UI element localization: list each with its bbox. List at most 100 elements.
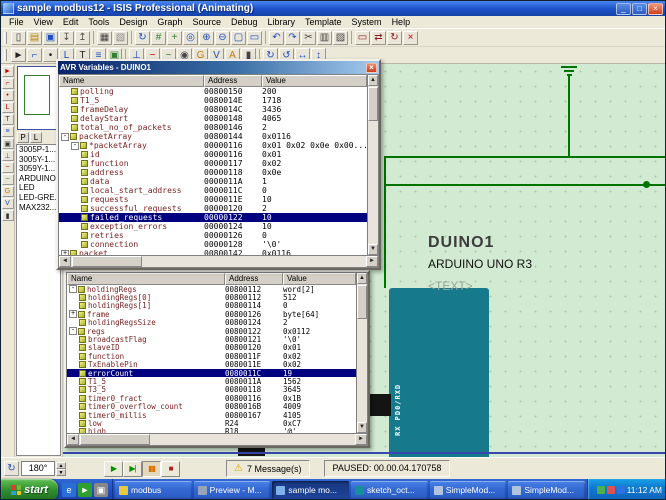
watch1-vertical-scrollbar[interactable]: ▲ ▼ [367, 74, 379, 256]
column-header-name[interactable]: Name [67, 273, 225, 285]
overview-pane[interactable] [17, 66, 60, 130]
menu-graph[interactable]: Graph [152, 17, 187, 27]
rotation-angle-field[interactable]: 180° [21, 461, 55, 476]
scroll-right-button[interactable]: ► [355, 434, 367, 445]
menu-library[interactable]: Library [263, 17, 301, 27]
wire-ground-stem[interactable] [568, 74, 570, 158]
device-item-max232-[interactable]: MAX232... [17, 203, 60, 213]
maximize-button[interactable]: □ [632, 2, 647, 15]
device-item-led[interactable]: LED [17, 183, 60, 193]
watch2-vertical-scrollbar[interactable]: ▲ ▼ [356, 272, 368, 434]
expand-box-icon[interactable]: + [61, 249, 69, 255]
menu-template[interactable]: Template [300, 17, 347, 27]
copy-icon[interactable]: ▥ [317, 30, 332, 45]
rotation-icon[interactable]: ↻ [4, 461, 19, 476]
arduino-board[interactable] [389, 288, 489, 457]
scroll-left-button[interactable]: ◄ [59, 256, 71, 267]
device-item-led-gre-[interactable]: LED-GRE... [17, 193, 60, 203]
scroll-up-button[interactable]: ▲ [368, 75, 378, 86]
taskbar-task-simplemod-[interactable]: SimpleMod... [508, 481, 586, 499]
watch-window-titlebar[interactable]: AVR Variables - DUINO1 × [58, 61, 379, 74]
menu-tools[interactable]: Tools [83, 17, 114, 27]
collapse-box-icon[interactable]: - [69, 327, 77, 336]
new-design-icon[interactable]: ▯ [11, 30, 26, 45]
desktop-icon[interactable]: ▣ [94, 483, 108, 497]
scroll-thumb-h[interactable] [72, 256, 142, 267]
start-button[interactable]: start [1, 479, 58, 499]
undo-icon[interactable]: ↶ [269, 30, 284, 45]
component-mode-icon[interactable]: ⌐ [1, 78, 14, 89]
watch-row-high[interactable]: high R18 '@' [67, 427, 356, 433]
rotation-down-button[interactable]: ▼ [56, 468, 66, 476]
scroll-up-button[interactable]: ▲ [357, 273, 367, 284]
junction-mode-icon[interactable]: • [1, 90, 14, 101]
rotation-up-button[interactable]: ▲ [56, 461, 66, 469]
menu-edit[interactable]: Edit [58, 17, 84, 27]
save-design-icon[interactable]: ▣ [43, 30, 58, 45]
taskbar-task-preview-m-[interactable]: Preview - M... [193, 481, 271, 499]
cut-icon[interactable]: ✂ [301, 30, 316, 45]
zoom-in-icon[interactable]: ⊕ [199, 30, 214, 45]
watch-row-polling[interactable]: polling 00800150 200 [59, 87, 367, 96]
message-panel[interactable]: ⚠ 7 Message(s) [226, 460, 310, 477]
paste-icon[interactable]: ▨ [333, 30, 348, 45]
column-header-value[interactable]: Value [283, 273, 356, 285]
import-section-icon[interactable]: ↧ [59, 30, 74, 45]
wire-top[interactable] [384, 156, 665, 158]
scroll-track-h[interactable] [71, 256, 366, 267]
minimize-button[interactable]: _ [616, 2, 631, 15]
tray-icon-0[interactable] [596, 486, 605, 494]
media-icon[interactable]: ► [78, 483, 92, 497]
instrument-mode-icon[interactable]: ▮ [1, 210, 14, 221]
pin-mode-icon[interactable]: − [1, 162, 14, 173]
scroll-thumb[interactable] [368, 87, 378, 121]
library-manager-button[interactable]: L [30, 132, 42, 143]
watch-row-connection[interactable]: connection 00000128 '\0' [59, 240, 367, 249]
pick-devices-button[interactable]: P [17, 132, 29, 143]
selection-mode-icon[interactable]: ► [1, 66, 14, 77]
text-mode-icon[interactable]: T [1, 114, 14, 125]
device-item-3059y-1-[interactable]: 3059Y-1... [17, 164, 60, 174]
close-button[interactable]: × [648, 2, 663, 15]
column-header-address[interactable]: Address [204, 75, 262, 87]
device-item-arduino-[interactable]: ARDUINO... [17, 174, 60, 184]
export-section-icon[interactable]: ↥ [75, 30, 90, 45]
watch-row-exception-errors[interactable]: exception_errors 00000124 10 [59, 222, 367, 231]
open-design-icon[interactable]: ▤ [27, 30, 42, 45]
part-reference[interactable]: DUINO1 [428, 234, 494, 252]
wire-second[interactable] [384, 184, 665, 186]
menu-file[interactable]: File [4, 17, 29, 27]
column-header-value[interactable]: Value [262, 75, 367, 87]
zoom-area-icon[interactable]: ▭ [247, 30, 262, 45]
pause-button[interactable]: ▮▮ [142, 460, 161, 477]
block-move-icon[interactable]: ⇄ [371, 30, 386, 45]
watch-row-total-no-of-packets[interactable]: total_no_of_packets 00800146 2 [59, 123, 367, 132]
browser-icon[interactable]: e [62, 483, 76, 497]
menu-view[interactable]: View [29, 17, 58, 27]
graph-mode-icon[interactable]: ~ [1, 174, 14, 185]
column-header-name[interactable]: Name [59, 75, 204, 87]
block-rotate-icon[interactable]: ↻ [387, 30, 402, 45]
selection-mode-icon[interactable]: ► [11, 48, 26, 62]
false-origin-icon[interactable]: + [167, 30, 182, 45]
watch-row-retries[interactable]: retries 00000126 0 [59, 231, 367, 240]
scroll-track-h[interactable] [79, 434, 355, 445]
block-copy-icon[interactable]: ▭ [355, 30, 370, 45]
scroll-track[interactable] [368, 86, 378, 244]
label-mode-icon[interactable]: L [1, 102, 14, 113]
scroll-down-button[interactable]: ▼ [368, 244, 378, 255]
part-value[interactable]: ARDUINO UNO R3 [428, 257, 532, 271]
taskbar-task-simplemod-[interactable]: SimpleMod... [429, 481, 507, 499]
scroll-left-button[interactable]: ◄ [67, 434, 79, 445]
device-item-3005y-1-[interactable]: 3005Y-1... [17, 155, 60, 165]
watch-row-delaystart[interactable]: delayStart 00800148 4065 [59, 114, 367, 123]
zoom-all-icon[interactable]: ▢ [231, 30, 246, 45]
collapse-box-icon[interactable]: - [69, 285, 77, 294]
menu-debug[interactable]: Debug [226, 17, 263, 27]
probe-mode-icon[interactable]: V [1, 198, 14, 209]
terminal-mode-icon[interactable]: ⊥ [1, 150, 14, 161]
watch-row-id[interactable]: id 00000116 0x01 [59, 150, 367, 159]
print-icon[interactable]: ▦ [97, 30, 112, 45]
scroll-track[interactable] [357, 284, 367, 422]
avr-variables-window-2[interactable]: Name Address Value - holdingRegs 00800112 w… [64, 270, 370, 448]
